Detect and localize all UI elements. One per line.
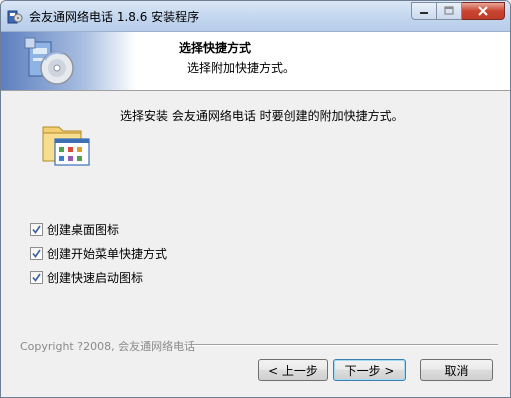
- installer-window: 会友通网络电话 1.8.6 安装程序 选择快捷方式 选择附加快捷方式。 选择安装…: [0, 0, 511, 398]
- desktop-icon-label: 创建桌面图标: [47, 222, 120, 237]
- maximize-button[interactable]: [437, 2, 462, 20]
- wizard-header: 选择快捷方式 选择附加快捷方式。: [1, 32, 510, 91]
- start-menu-label: 创建开始菜单快捷方式: [47, 246, 168, 261]
- close-icon: [478, 6, 488, 16]
- install-package-icon: [24, 37, 74, 85]
- back-button[interactable]: < 上一步: [258, 359, 328, 381]
- close-button[interactable]: [462, 2, 505, 20]
- header-title: 选择快捷方式: [179, 41, 252, 55]
- caption-buttons: [411, 2, 505, 20]
- installer-app-icon: [7, 10, 23, 24]
- folder-shortcut-icon: [42, 126, 90, 166]
- checkmark-icon: [32, 249, 41, 258]
- checkmark-icon: [32, 273, 41, 282]
- quick-launch-checkbox[interactable]: [30, 270, 43, 284]
- copyright-text: Copyright ?2008, 会友通网络电话: [20, 340, 196, 353]
- footer-divider: [194, 344, 498, 346]
- minimize-button[interactable]: [411, 2, 437, 20]
- option-desktop-icon[interactable]: 创建桌面图标: [30, 221, 119, 237]
- header-subtitle: 选择附加快捷方式。: [187, 61, 296, 75]
- option-quick-launch-icon[interactable]: 创建快速启动图标: [30, 269, 143, 285]
- desktop-icon-checkbox[interactable]: [30, 222, 43, 236]
- checkmark-icon: [32, 225, 41, 234]
- maximize-icon: [444, 6, 454, 15]
- quick-launch-label: 创建快速启动图标: [47, 270, 144, 285]
- window-title: 会友通网络电话 1.8.6 安装程序: [29, 10, 200, 24]
- minimize-icon: [420, 12, 428, 14]
- title-bar[interactable]: 会友通网络电话 1.8.6 安装程序: [1, 1, 510, 32]
- option-start-menu-shortcut[interactable]: 创建开始菜单快捷方式: [30, 245, 167, 261]
- next-button[interactable]: 下一步 >: [333, 359, 406, 381]
- description-text: 选择安装 会友通网络电话 时要创建的附加快捷方式。: [120, 109, 404, 123]
- cancel-button[interactable]: 取消: [420, 359, 493, 381]
- start-menu-checkbox[interactable]: [30, 246, 43, 260]
